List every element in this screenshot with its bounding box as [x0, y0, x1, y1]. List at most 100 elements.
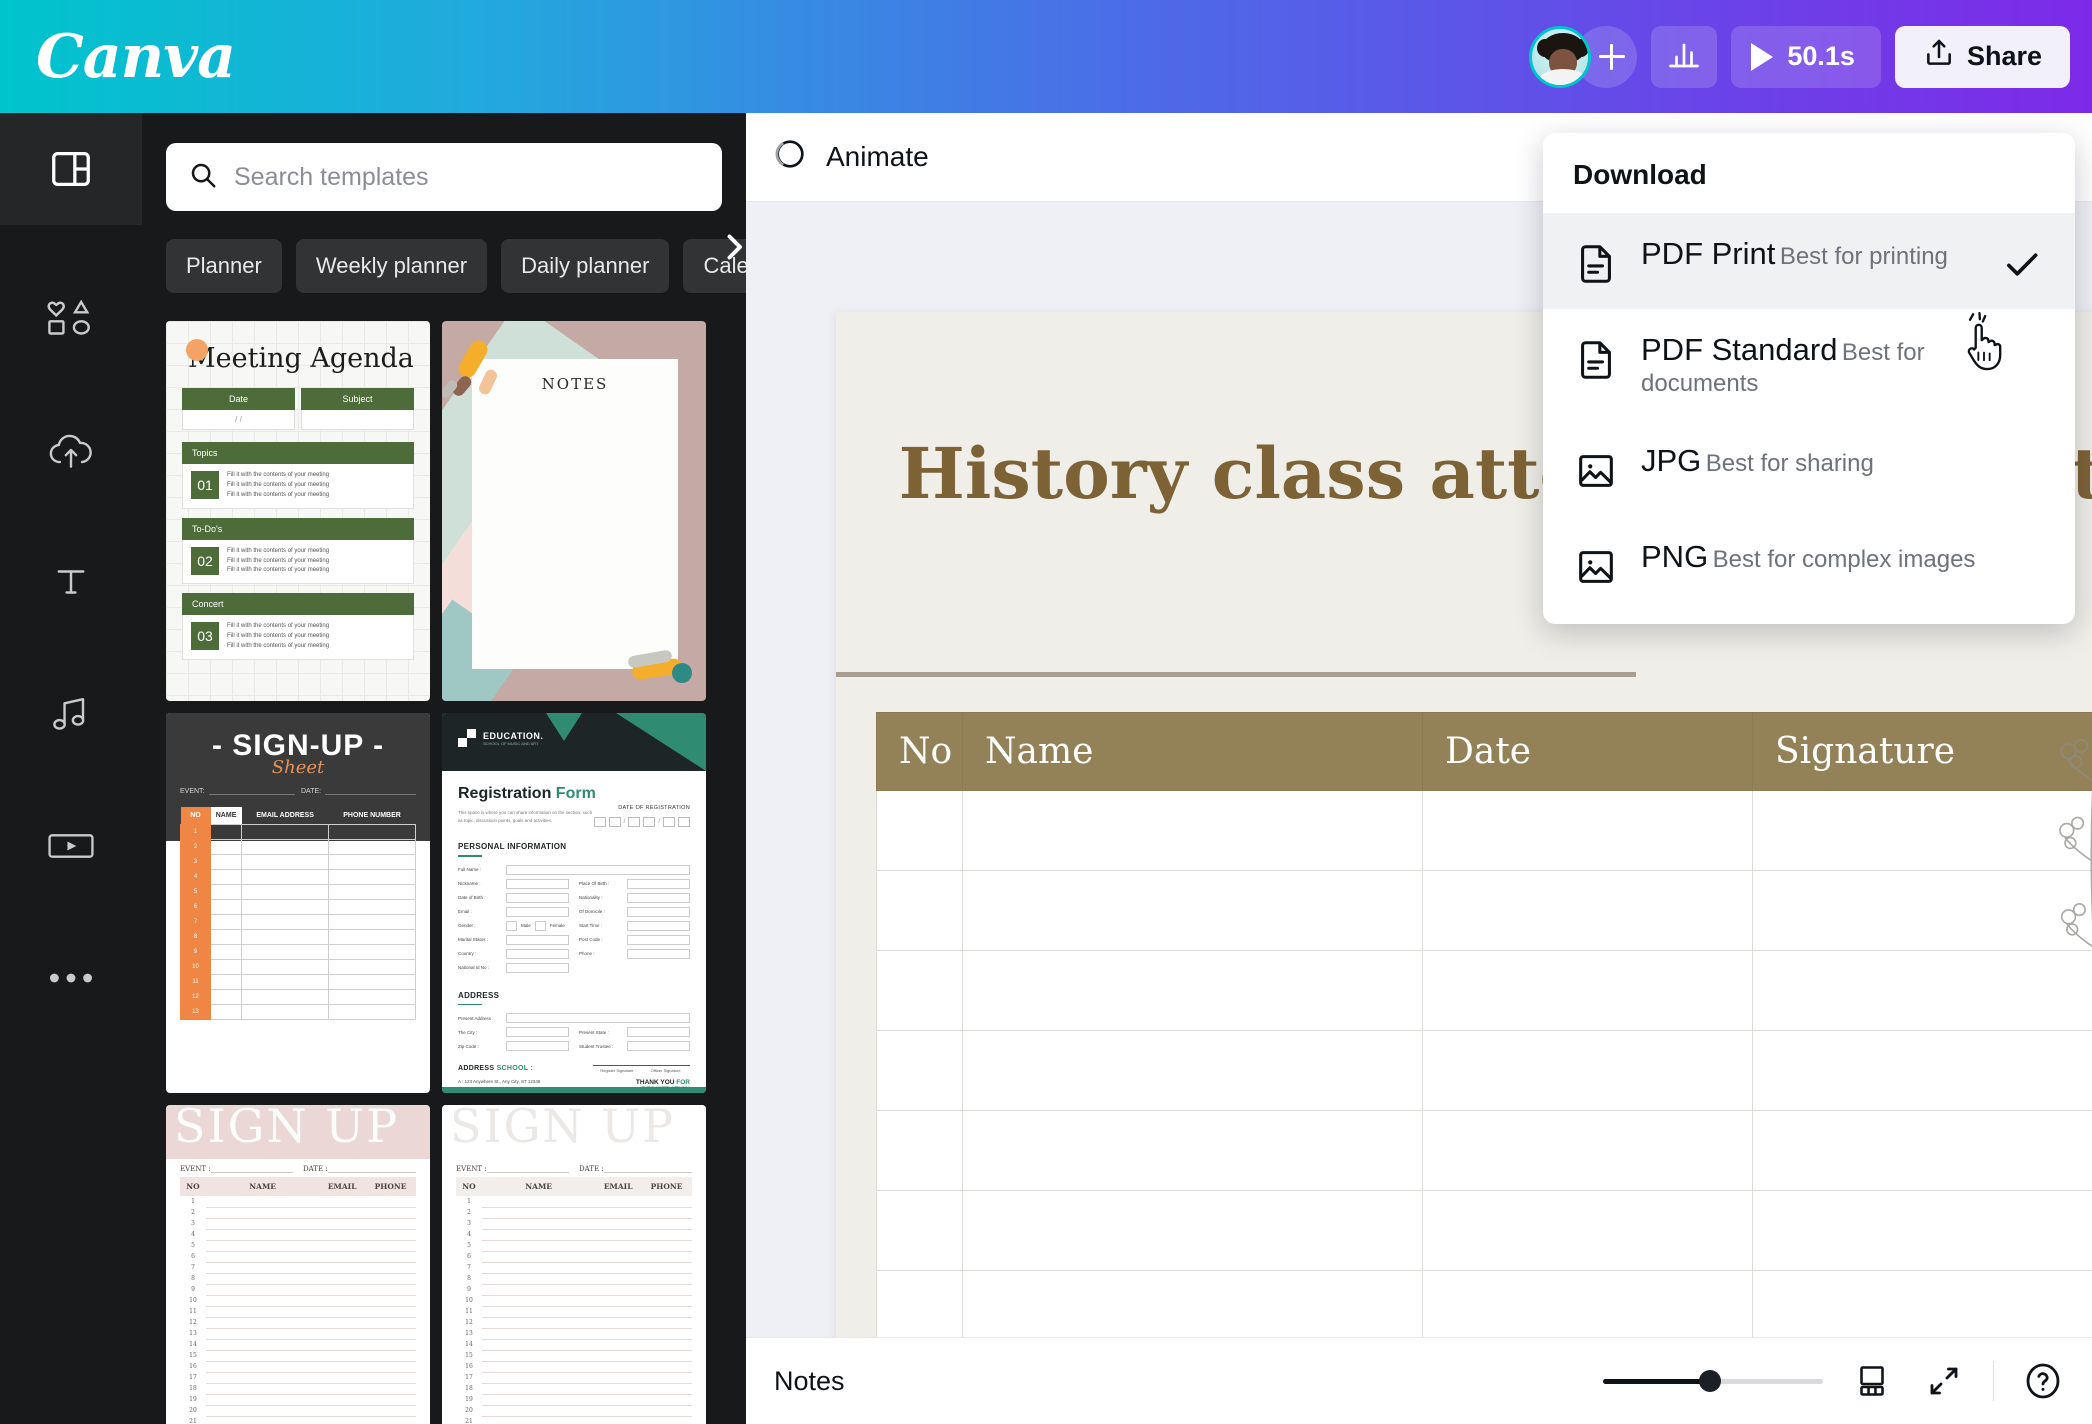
cell-date[interactable] [1422, 870, 1753, 951]
chip-planner[interactable]: Planner [166, 239, 282, 293]
cell-no[interactable] [876, 1030, 963, 1111]
cell-name[interactable] [962, 950, 1423, 1031]
cell-signature[interactable] [1752, 1030, 2092, 1111]
table-row[interactable] [876, 790, 2092, 871]
row-index: 12 [189, 1319, 197, 1326]
animate-button[interactable]: Animate [768, 135, 929, 180]
table-cell [319, 1372, 366, 1384]
cell-signature[interactable] [1752, 1190, 2092, 1271]
agenda-line: Fill it with the contents of your meetin… [227, 481, 330, 488]
cell-date[interactable] [1422, 1030, 1753, 1111]
cell-date[interactable] [1422, 790, 1753, 871]
chip-daily-planner[interactable]: Daily planner [501, 239, 670, 293]
notes-button[interactable]: Notes [774, 1366, 845, 1397]
rail-item-uploads[interactable] [44, 423, 98, 477]
table-row[interactable] [876, 1030, 2092, 1111]
table-row[interactable] [876, 870, 2092, 951]
cell-name[interactable] [962, 1110, 1423, 1191]
agenda-line: Fill it with the contents of your meetin… [227, 557, 330, 564]
grid-view-button[interactable] [1849, 1358, 1895, 1404]
row-index: 16 [189, 1363, 197, 1370]
rail-item-more[interactable] [44, 951, 98, 1005]
collaborators [1529, 25, 1638, 88]
play-icon [1751, 42, 1774, 71]
fullscreen-button[interactable] [1921, 1358, 1967, 1404]
chip-weekly-planner[interactable]: Weekly planner [295, 239, 488, 293]
cell-signature[interactable] [1752, 950, 2092, 1031]
cell-no[interactable] [876, 1110, 963, 1191]
col-name: NAME [206, 1177, 320, 1196]
field-label: Present Address : [458, 1015, 494, 1021]
zoom-slider[interactable] [1603, 1370, 1823, 1392]
table-row[interactable] [876, 950, 2092, 1031]
table-cell [365, 1273, 416, 1285]
cell-no[interactable] [876, 950, 963, 1031]
table-cell [319, 1262, 366, 1274]
cell-date[interactable] [1422, 1270, 1753, 1337]
decor-shape [672, 663, 692, 683]
table-cell [641, 1229, 692, 1241]
search-input[interactable]: Search templates [166, 143, 722, 211]
avatar[interactable] [1529, 25, 1592, 88]
cell-no[interactable] [876, 790, 963, 871]
zoom-slider-knob[interactable] [1699, 1370, 1721, 1392]
template-card-notes[interactable]: NOTES [442, 321, 706, 701]
rail-item-audio[interactable] [44, 687, 98, 741]
cell-name[interactable] [962, 790, 1423, 871]
cell-no[interactable] [876, 870, 963, 951]
cell-date[interactable] [1422, 950, 1753, 1031]
table-row[interactable] [876, 1190, 2092, 1271]
cell-name[interactable] [962, 1030, 1423, 1111]
template-card-sign-up-sheet[interactable]: - SIGN-UP - Sheet EVENT: DATE: NO NAME E… [166, 713, 430, 1093]
share-button[interactable]: Share [1894, 25, 2070, 88]
row-index: 9 [191, 1286, 195, 1293]
hand-click-cursor [1955, 311, 2013, 381]
cell-no[interactable] [876, 1190, 963, 1271]
row-index: 6 [191, 1253, 195, 1260]
insights-button[interactable] [1651, 25, 1718, 88]
download-option-jpg[interactable]: JPG Best for sharing [1543, 420, 2075, 516]
template-card-registration-form[interactable]: EDUCATION. SCHOOL OF MUSIC AND ART Regis… [442, 713, 706, 1093]
cell-signature[interactable] [1752, 870, 2092, 951]
template-card-sign-up-pink[interactable]: SIGN UP EVENT : DATE : NO NAME EMAIL PHO… [166, 1105, 430, 1424]
table-cell [482, 1306, 596, 1318]
rail-item-videos[interactable] [44, 819, 98, 873]
table-cell [209, 944, 243, 960]
cell-no[interactable] [876, 1270, 963, 1337]
cell-date[interactable] [1422, 1110, 1753, 1191]
cell-date[interactable] [1422, 1190, 1753, 1271]
download-menu-title: Download [1573, 159, 1707, 190]
field-label: Of Domicile : [579, 909, 605, 915]
attendance-table[interactable]: No Name Date Signature [876, 712, 2092, 1337]
help-button[interactable] [2020, 1358, 2066, 1404]
table-row: 14 [180, 1339, 416, 1351]
table-row[interactable] [876, 1110, 2092, 1191]
chips-scroll-right-button[interactable] [716, 225, 746, 269]
template-card-meeting-agenda[interactable]: Meeting Agenda Date / / Subject Topics 0… [166, 321, 430, 701]
present-button[interactable]: 50.1s [1731, 25, 1881, 88]
rail-item-elements[interactable] [44, 291, 98, 345]
row-index: 10 [189, 1297, 197, 1304]
download-option-pdf-print[interactable]: PDF Print Best for printing [1543, 213, 2075, 309]
table-cell [206, 1284, 320, 1296]
cell-name[interactable] [962, 1190, 1423, 1271]
download-option-png[interactable]: PNG Best for complex images [1543, 516, 2075, 624]
option-label: PDF Standard [1641, 332, 1838, 367]
cell-name[interactable] [962, 1270, 1423, 1337]
date-of-registration-label: DATE OF REGISTRATION [618, 805, 690, 811]
image-icon [1573, 448, 1619, 494]
template-card-sign-up-cream[interactable]: SIGN UP EVENT : DATE : NO NAME EMAIL PHO… [442, 1105, 706, 1424]
cell-signature[interactable] [1752, 1110, 2092, 1191]
rail-item-design[interactable] [0, 113, 142, 225]
cell-signature[interactable] [1752, 1270, 2092, 1337]
cell-name[interactable] [962, 870, 1423, 951]
table-cell [328, 944, 416, 960]
table-row[interactable] [876, 1270, 2092, 1337]
rail-item-text[interactable] [44, 555, 98, 609]
title-underline [836, 672, 1636, 677]
canva-logo[interactable]: Canva [36, 27, 236, 87]
table-row: 17 [456, 1372, 692, 1384]
cell-signature[interactable] [1752, 790, 2092, 871]
table-row: 9 [180, 944, 416, 960]
agenda-subject-value [301, 410, 414, 430]
